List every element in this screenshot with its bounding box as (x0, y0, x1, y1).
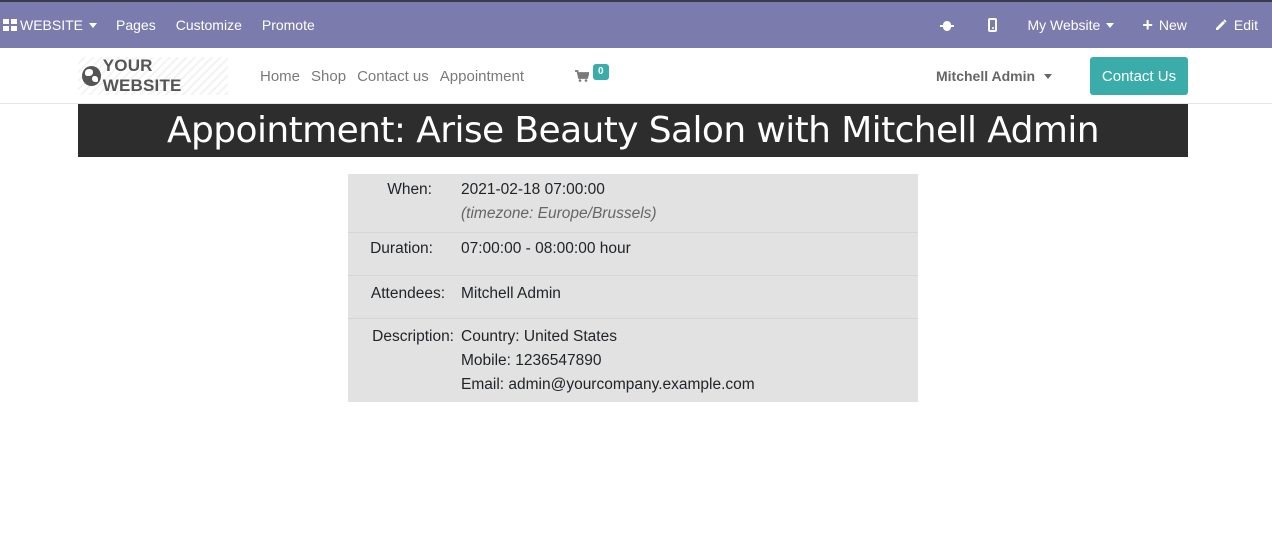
globe-icon (82, 66, 101, 86)
logo-text: YOUR WEBSITE (102, 56, 182, 95)
mobile-icon (988, 18, 998, 32)
details-row-description: Description: Country: United States Mobi… (348, 319, 918, 402)
description-country: Country: United States (461, 328, 617, 345)
debug-button[interactable] (940, 2, 955, 48)
user-name: Mitchell Admin (936, 68, 1036, 84)
new-label: New (1158, 17, 1187, 33)
attendees-label: Attendees: (370, 285, 445, 302)
chevron-down-icon (1106, 22, 1115, 28)
menu-pages[interactable]: Pages (116, 2, 156, 48)
nav-contact-us[interactable]: Contact us (357, 68, 429, 85)
details-row-duration: Duration: 07:00:00 - 08:00:00 hour (348, 233, 918, 276)
menu-promote[interactable]: Promote (262, 2, 315, 48)
nav-links: Home Shop Contact us Appointment (260, 48, 535, 104)
mobile-preview-button[interactable] (988, 2, 998, 48)
bug-icon (940, 18, 955, 32)
contact-us-button[interactable]: Contact Us (1090, 57, 1188, 95)
pencil-icon (1215, 19, 1227, 30)
details-row-when: When: 2021-02-18 07:00:00 (timezone: Eur… (348, 174, 918, 233)
nav-appointment[interactable]: Appointment (440, 68, 524, 85)
nav-home[interactable]: Home (260, 68, 300, 85)
when-value-group: 2021-02-18 07:00:00 (timezone: Europe/Br… (461, 178, 657, 226)
when-value: 2021-02-18 07:00:00 (461, 181, 605, 198)
chevron-down-icon (1044, 73, 1053, 79)
timezone-note: (timezone: Europe/Brussels) (461, 205, 657, 222)
page-title: Appointment: Arise Beauty Salon with Mit… (78, 104, 1188, 157)
new-button[interactable]: + New (1142, 2, 1187, 48)
menu-customize[interactable]: Customize (176, 2, 242, 48)
user-menu[interactable]: Mitchell Admin (936, 48, 1053, 104)
website-switcher[interactable]: My Website (1027, 2, 1115, 48)
website-apps-menu[interactable]: WEBSITE (0, 2, 98, 48)
chevron-down-icon (89, 22, 98, 28)
apps-label: WEBSITE (20, 17, 84, 33)
site-logo[interactable]: YOUR WEBSITE (78, 56, 228, 95)
edit-button[interactable]: Edit (1215, 2, 1258, 48)
description-value: Country: United States Mobile: 123654789… (461, 325, 755, 397)
when-label: When: (387, 181, 432, 198)
description-mobile: Mobile: 1236547890 (461, 352, 602, 369)
duration-value: 07:00:00 - 08:00:00 hour (461, 240, 631, 257)
nav-shop[interactable]: Shop (311, 68, 346, 85)
cart-icon (575, 70, 589, 82)
admin-bar-right: My Website + New Edit (940, 2, 1272, 48)
description-label: Description: (372, 328, 454, 345)
plus-icon: + (1142, 15, 1153, 35)
site-navbar: YOUR WEBSITE Home Shop Contact us Appoin… (0, 48, 1272, 104)
cart-link[interactable]: 0 (575, 64, 615, 88)
description-email: Email: admin@yourcompany.example.com (461, 376, 755, 393)
attendees-value: Mitchell Admin (461, 285, 561, 302)
details-row-attendees: Attendees: Mitchell Admin (348, 276, 918, 319)
cart-count-badge: 0 (593, 64, 609, 80)
appointment-details: When: 2021-02-18 07:00:00 (timezone: Eur… (348, 174, 918, 402)
admin-bar: WEBSITE Pages Customize Promote My Websi… (0, 0, 1272, 48)
duration-label: Duration: (370, 240, 433, 257)
apps-grid-icon (3, 19, 17, 31)
website-switcher-label: My Website (1027, 17, 1101, 33)
edit-label: Edit (1233, 17, 1258, 33)
